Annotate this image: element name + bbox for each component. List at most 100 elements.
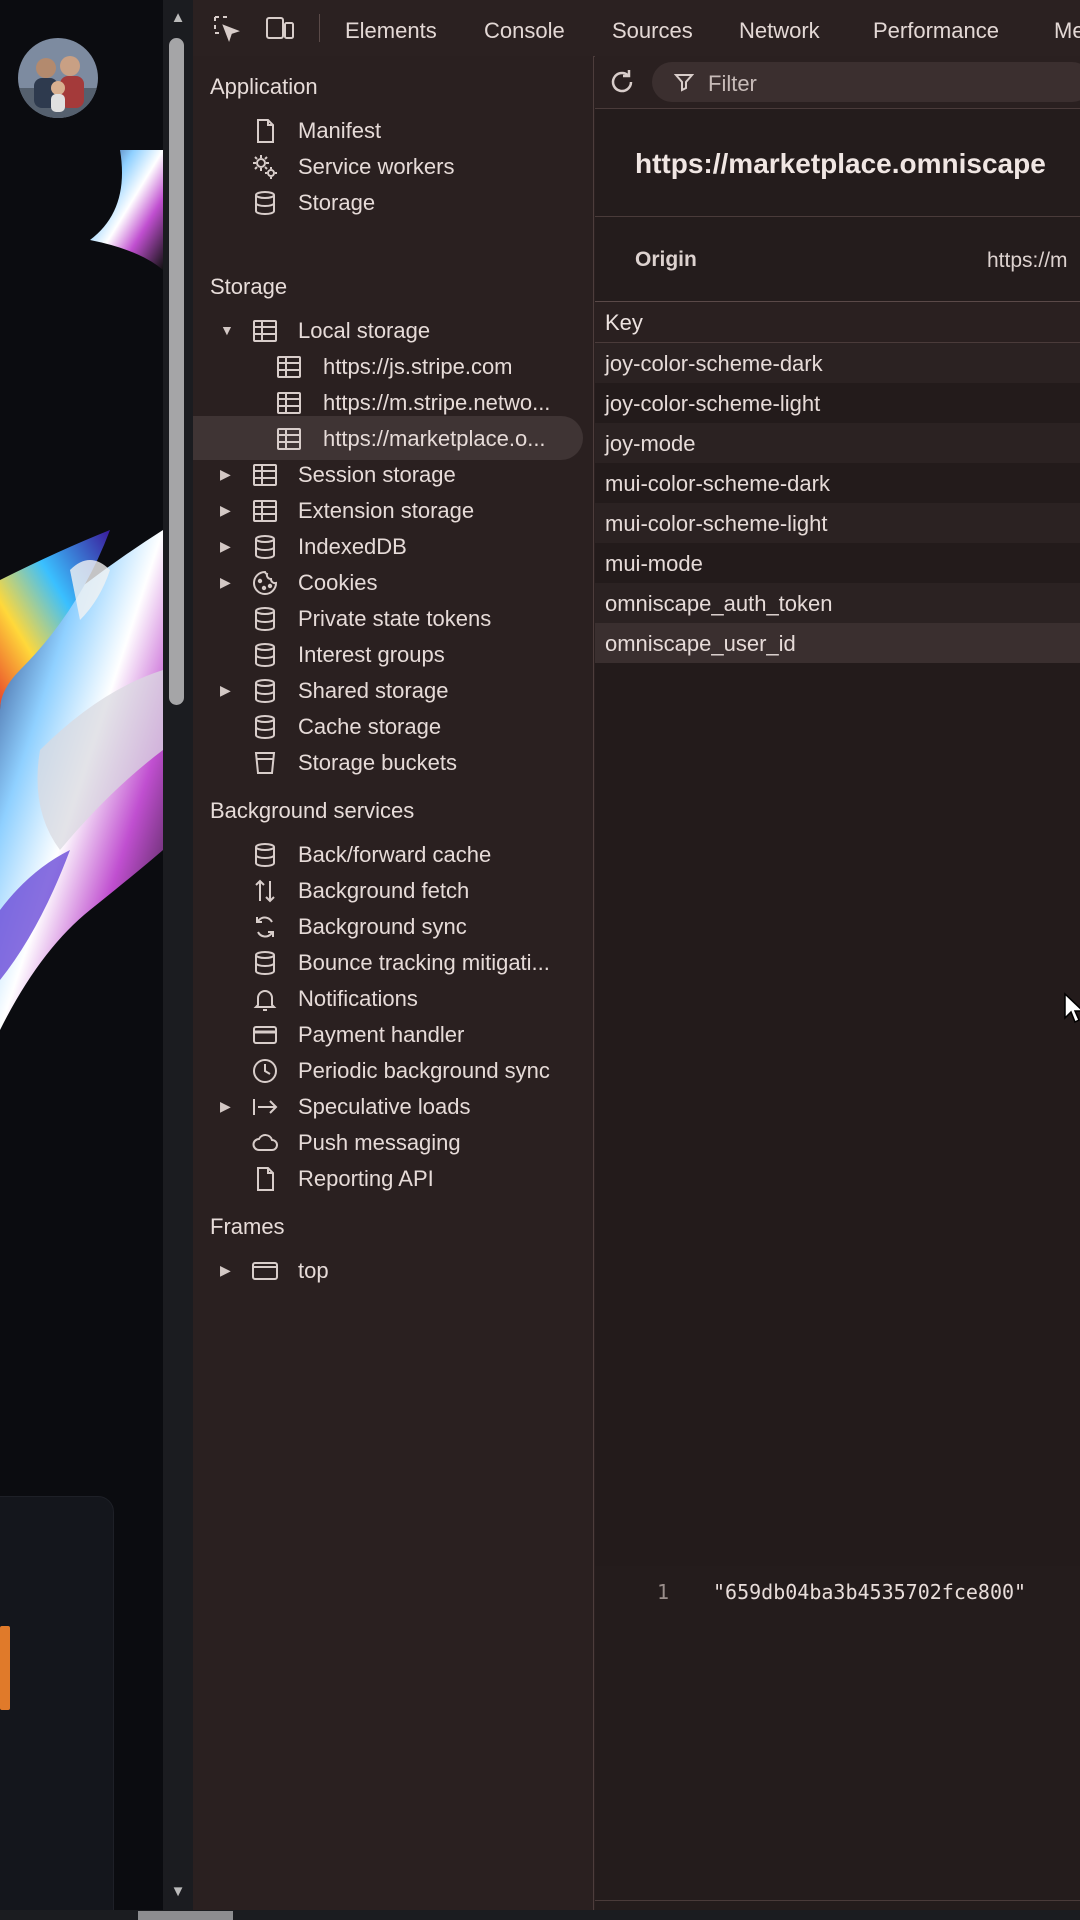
- sync-icon: [251, 913, 279, 941]
- sidebar-item-label: https://m.stripe.netwo...: [323, 390, 551, 415]
- collapsed-arrow-icon[interactable]: ▶: [220, 500, 234, 520]
- table-row[interactable]: joy-color-scheme-light: [595, 383, 1080, 423]
- origin-label: Origin: [635, 248, 697, 271]
- sidebar-item-storage[interactable]: Storage: [193, 180, 583, 224]
- database-icon: [251, 949, 279, 977]
- sidebar-item-label: Cache storage: [298, 714, 442, 739]
- sidebar-item-frame-top[interactable]: ▶ top: [193, 1248, 583, 1292]
- preview-value[interactable]: "659db04ba3b4535702fce800": [713, 1580, 1026, 1604]
- page-card: [0, 1496, 114, 1920]
- table-row[interactable]: mui-mode: [595, 543, 1080, 583]
- sidebar-item-label: Background sync: [298, 914, 467, 939]
- clock-icon: [251, 1057, 279, 1085]
- inspect-element-icon[interactable]: [211, 13, 241, 43]
- origin-heading: https://marketplace.omniscape: [635, 148, 1046, 179]
- table-icon: [275, 389, 303, 417]
- cookie-icon: [251, 569, 279, 597]
- sidebar-item-label: https://js.stripe.com: [323, 354, 513, 379]
- page-scroll-thumb[interactable]: [169, 38, 184, 705]
- page-orange-element: [0, 1626, 10, 1710]
- sidebar-item-label: Extension storage: [298, 498, 475, 523]
- sidebar-item-label: https://marketplace.o...: [323, 426, 546, 451]
- webpage-viewport: [0, 0, 163, 1920]
- file-icon: [251, 117, 279, 145]
- key-cell: joy-color-scheme-dark: [605, 351, 823, 376]
- sidebar-item-label: Storage buckets: [298, 750, 457, 775]
- column-header-label: Key: [605, 310, 643, 335]
- key-cell: omniscape_user_id: [605, 631, 796, 656]
- database-icon: [251, 713, 279, 741]
- storage-toolbar: Filter: [595, 56, 1080, 109]
- frame-icon: [251, 1257, 279, 1285]
- devtools-panel: Elements Console Sources Network Perform…: [193, 0, 1080, 1910]
- storage-main-pane: Filter https://marketplace.omniscape Ori…: [595, 56, 1080, 1910]
- table-icon: [251, 317, 279, 345]
- scroll-down-arrow-icon[interactable]: ▼: [168, 1882, 188, 1902]
- table-row[interactable]: joy-color-scheme-dark: [595, 343, 1080, 383]
- bucket-icon: [251, 749, 279, 777]
- devtools-toolbar: Elements Console Sources Network Perform…: [193, 0, 1080, 57]
- database-icon: [251, 677, 279, 705]
- sidebar-item-label: Shared storage: [298, 678, 449, 703]
- sidebar-item-label: Local storage: [298, 318, 431, 343]
- sidebar-item-label: Notifications: [298, 986, 418, 1011]
- collapsed-arrow-icon[interactable]: ▶: [220, 1096, 234, 1116]
- device-toolbar-icon[interactable]: [265, 13, 295, 43]
- sidebar-item-label: Private state tokens: [298, 606, 492, 631]
- key-cell: mui-color-scheme-dark: [605, 471, 830, 496]
- key-cell: joy-color-scheme-light: [605, 391, 821, 416]
- tab-network[interactable]: Network: [739, 18, 820, 44]
- sidebar-item-label: Bounce tracking mitigati...: [298, 950, 550, 975]
- collapsed-arrow-icon[interactable]: ▶: [220, 1260, 234, 1280]
- sidebar-item-label: Manifest: [298, 118, 382, 143]
- application-sidebar: Application Manifest Service workers Sto…: [193, 56, 594, 1910]
- origin-value: https://m: [987, 249, 1068, 272]
- divider: [595, 1900, 1080, 1901]
- toolbar-divider: [319, 14, 320, 42]
- cloud-icon: [251, 1129, 279, 1157]
- collapsed-arrow-icon[interactable]: ▶: [220, 572, 234, 592]
- up-down-arrows-icon: [251, 877, 279, 905]
- database-icon: [251, 533, 279, 561]
- key-cell: mui-mode: [605, 551, 703, 576]
- sidebar-item-label: Payment handler: [298, 1022, 465, 1047]
- table-row[interactable]: mui-color-scheme-light: [595, 503, 1080, 543]
- section-application: Application: [210, 74, 318, 99]
- scroll-up-arrow-icon[interactable]: ▲: [168, 8, 188, 28]
- table-row[interactable]: joy-mode: [595, 423, 1080, 463]
- table-icon: [275, 425, 303, 453]
- sidebar-item-label: Speculative loads: [298, 1094, 471, 1119]
- expanded-arrow-icon[interactable]: ▼: [220, 320, 234, 340]
- sidebar-item-label: Push messaging: [298, 1130, 461, 1155]
- table-row-selected[interactable]: omniscape_user_id: [595, 623, 1080, 663]
- section-background-services: Background services: [210, 798, 415, 823]
- sidebar-item-label: Background fetch: [298, 878, 470, 903]
- tab-console[interactable]: Console: [484, 18, 565, 44]
- horizontal-scroll-thumb[interactable]: [138, 1911, 233, 1920]
- tab-elements[interactable]: Elements: [345, 18, 437, 44]
- filter-input[interactable]: Filter: [652, 62, 1080, 102]
- tab-sources[interactable]: Sources: [612, 18, 693, 44]
- refresh-icon[interactable]: [607, 67, 637, 97]
- user-avatar[interactable]: [18, 38, 98, 118]
- column-header-key[interactable]: Key: [595, 302, 1080, 343]
- key-cell: omniscape_auth_token: [605, 591, 833, 616]
- tab-performance[interactable]: Performance: [873, 18, 999, 44]
- tab-memory[interactable]: Me: [1054, 18, 1080, 44]
- bell-icon: [251, 985, 279, 1013]
- collapsed-arrow-icon[interactable]: ▶: [220, 680, 234, 700]
- divider: [595, 216, 1080, 217]
- filter-placeholder: Filter: [708, 71, 757, 96]
- sidebar-item-reporting-api[interactable]: Reporting API: [193, 1156, 583, 1200]
- sidebar-item-label: top: [298, 1258, 329, 1283]
- collapsed-arrow-icon[interactable]: ▶: [220, 536, 234, 556]
- collapsed-arrow-icon[interactable]: ▶: [220, 464, 234, 484]
- sidebar-item-label: Cookies: [298, 570, 378, 595]
- mouse-cursor-icon: [1064, 992, 1080, 1024]
- table-icon: [275, 353, 303, 381]
- database-icon: [251, 189, 279, 217]
- table-row[interactable]: mui-color-scheme-dark: [595, 463, 1080, 503]
- sidebar-item-storage-buckets[interactable]: Storage buckets: [193, 740, 583, 784]
- table-row[interactable]: omniscape_auth_token: [595, 583, 1080, 623]
- database-icon: [251, 641, 279, 669]
